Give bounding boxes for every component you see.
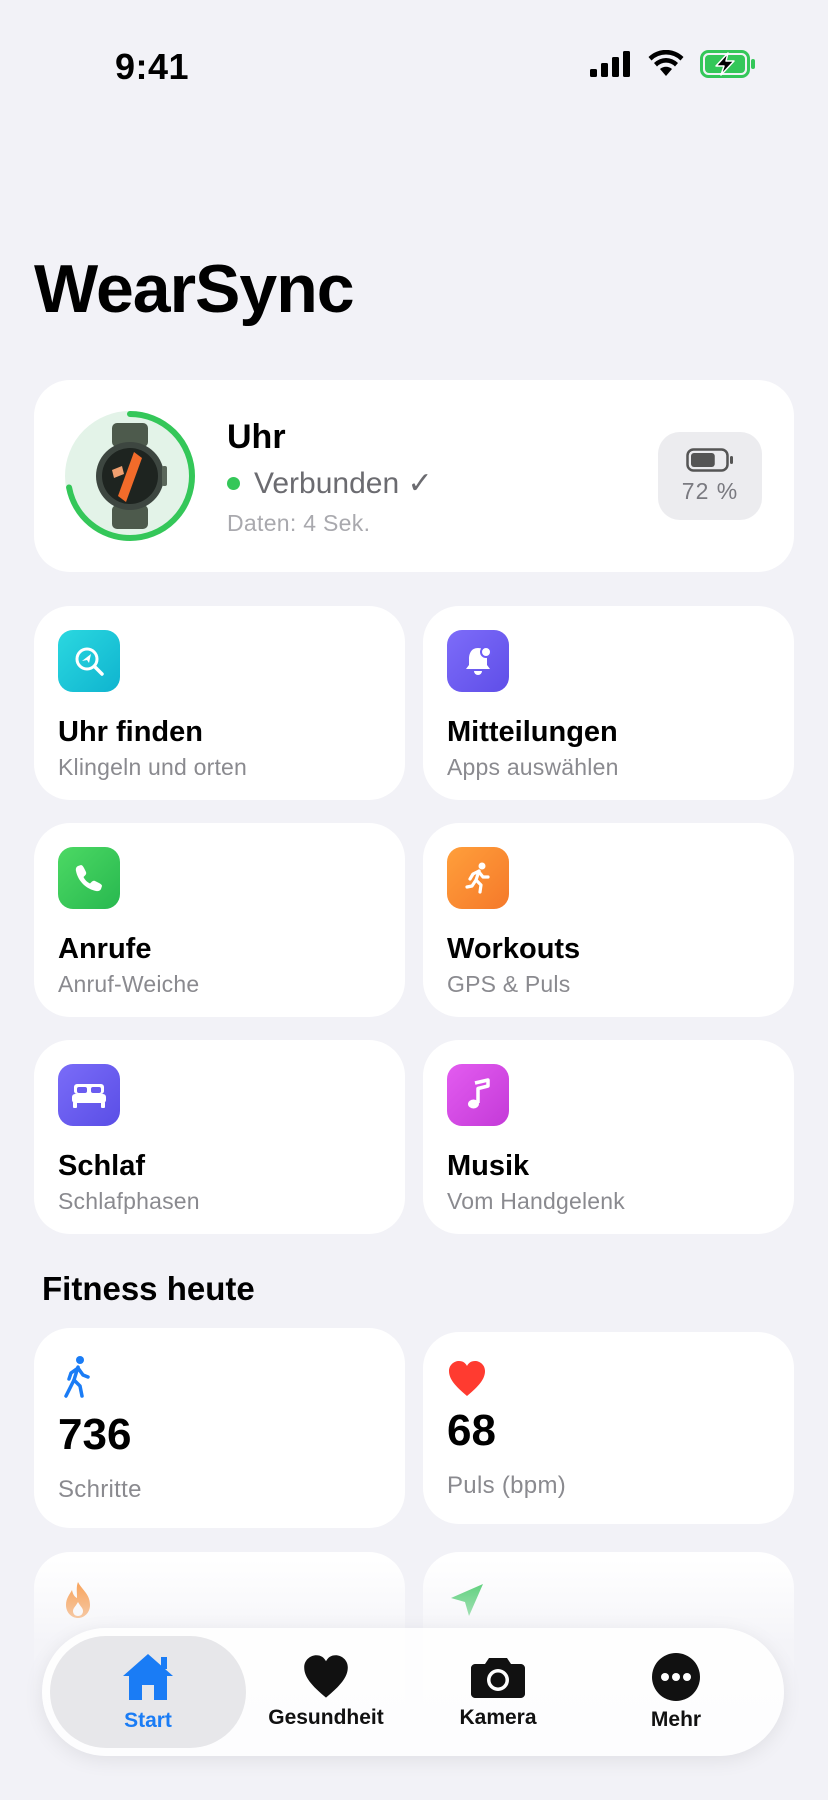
tab-label: Kamera (459, 1706, 537, 1729)
tile-sleep[interactable]: Schlaf Schlafphasen (34, 1040, 405, 1234)
metric-label: Schritte (58, 1476, 142, 1503)
tile-icon-bg (447, 847, 509, 909)
heart-icon (449, 1361, 485, 1396)
metric-value: 68 (447, 1406, 496, 1455)
connection-status: Verbunden ✓ (227, 466, 433, 501)
tab-start[interactable]: Start (50, 1636, 246, 1748)
walking-icon (64, 1356, 90, 1398)
device-card[interactable]: Uhr Verbunden ✓ Daten: 4 Sek. 72 % (34, 380, 794, 572)
status-time: 9:41 (115, 46, 190, 87)
battery-charging-icon (700, 50, 755, 78)
battery-chip: 72 % (658, 432, 762, 520)
metric-label: Puls (bpm) (447, 1472, 567, 1499)
metric-pulse[interactable]: 68 Puls (bpm) (423, 1332, 794, 1524)
watch-battery-ring (65, 411, 195, 541)
bed-icon (72, 1084, 106, 1108)
tile-icon-bg (58, 1064, 120, 1126)
device-name: Uhr (227, 418, 286, 456)
tile-subtitle: Schlafphasen (58, 1188, 200, 1214)
tile-title: Musik (447, 1150, 530, 1182)
tile-icon-bg (447, 630, 509, 692)
bell-icon (466, 646, 492, 675)
cellular-signal-icon (590, 51, 630, 77)
tile-title: Schlaf (58, 1150, 146, 1182)
music-note-icon (468, 1078, 490, 1109)
tab-label: Mehr (650, 1708, 702, 1731)
tab-more[interactable]: Mehr (578, 1636, 774, 1748)
battery-icon (686, 447, 733, 472)
tile-icon-bg (58, 847, 120, 909)
tile-find-watch[interactable]: Uhr finden Klingeln und orten (34, 606, 405, 800)
tab-label: Gesundheit (268, 1706, 384, 1729)
tile-title: Anrufe (58, 933, 152, 965)
tile-title: Uhr finden (58, 716, 203, 748)
tab-camera[interactable]: Kamera (400, 1636, 596, 1748)
data-age: Daten: 4 Sek. (227, 510, 371, 536)
connected-dot (227, 477, 240, 490)
fitness-section-title: Fitness heute (42, 1270, 255, 1307)
tab-health[interactable]: Gesundheit (228, 1636, 424, 1748)
running-icon (465, 862, 490, 894)
app-title: WearSync (34, 251, 355, 327)
camera-icon (471, 1658, 525, 1698)
tile-notifications[interactable]: Mitteilungen Apps auswählen (423, 606, 794, 800)
status-icons (590, 50, 756, 78)
tile-subtitle: Vom Handgelenk (447, 1188, 625, 1214)
tile-calls[interactable]: Anrufe Anruf-Weiche (34, 823, 405, 1017)
tile-subtitle: GPS & Puls (447, 971, 571, 997)
tile-title: Mitteilungen (447, 716, 618, 748)
tile-subtitle: Apps auswählen (447, 754, 619, 780)
more-icon (652, 1653, 700, 1701)
tile-music[interactable]: Musik Vom Handgelenk (423, 1040, 794, 1234)
house-icon (123, 1654, 173, 1700)
metric-value: 736 (58, 1410, 132, 1459)
wifi-icon (648, 50, 684, 76)
location-search-icon (75, 647, 104, 676)
phone-icon (75, 865, 102, 892)
tile-workouts[interactable]: Workouts GPS & Puls (423, 823, 794, 1017)
tile-icon-bg (447, 1064, 509, 1126)
heart-icon (304, 1655, 348, 1698)
tab-bar: Start Gesundheit Kamera Mehr (42, 1628, 784, 1756)
status-bar: 9:41 (0, 0, 828, 140)
connection-status-text: Verbunden ✓ (254, 467, 433, 500)
tile-subtitle: Anruf-Weiche (58, 971, 200, 997)
tile-icon-bg (58, 630, 120, 692)
tile-title: Workouts (447, 933, 581, 965)
metric-steps[interactable]: 736 Schritte (34, 1328, 405, 1528)
battery-percent: 72 % (681, 477, 739, 504)
tab-label: Start (124, 1709, 172, 1732)
tile-subtitle: Klingeln und orten (58, 754, 248, 780)
